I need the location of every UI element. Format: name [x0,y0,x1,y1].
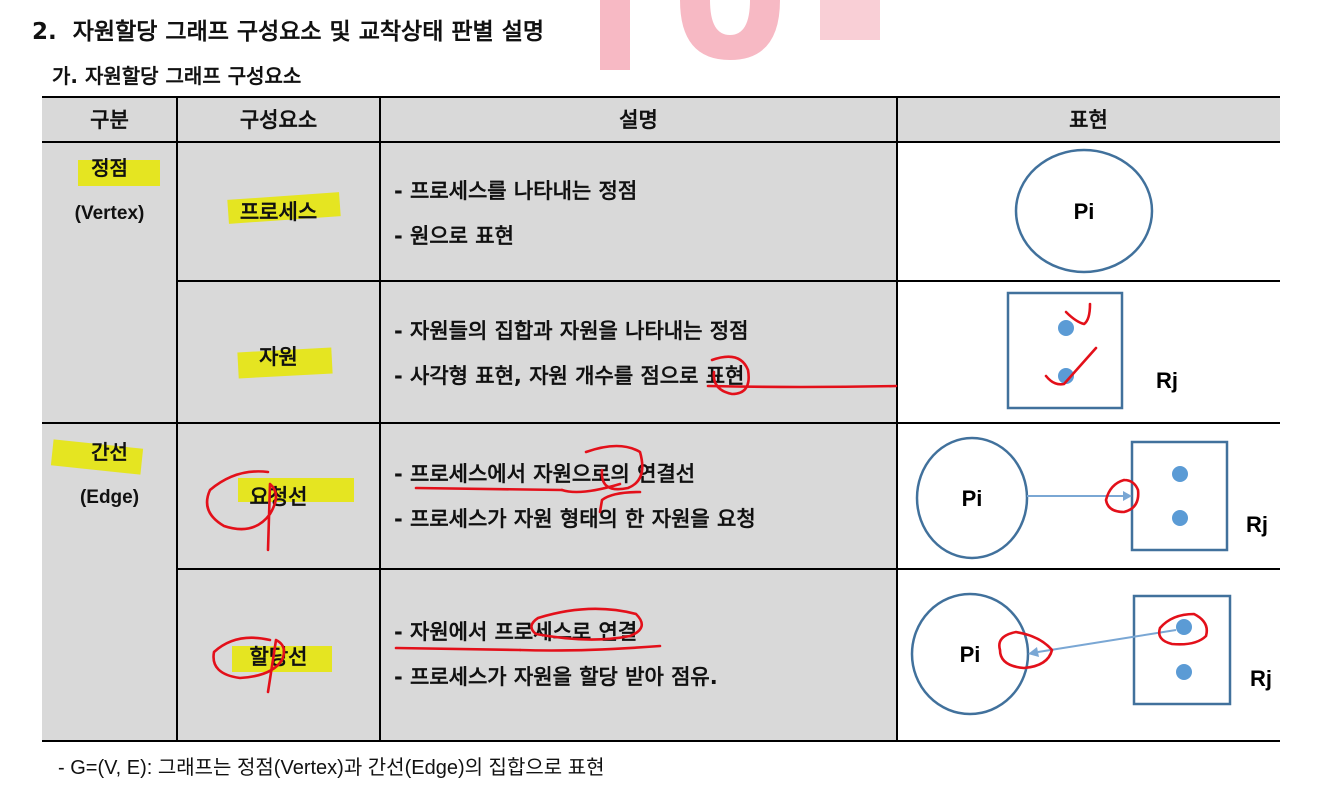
category-vertex-ko: 정점 [91,156,128,180]
component-assignment-edge: 할당선 [249,645,308,669]
description-line: - 자원들의 집합과 자원을 나타내는 정점 [394,319,749,343]
resource-instance-dot [1176,664,1192,680]
resource-label: Rj [1246,512,1268,537]
watermark-logo [600,0,880,70]
resource-rectangle [1130,440,1229,552]
description-request-edge: - 프로세스에서 자원으로의 연결선 - 프로세스가 자원 형태의 한 자원을 … [394,452,756,542]
process-label: Pi [960,642,981,667]
rule-top [42,96,1280,98]
description-line: - 사각형 표현, 자원 개수를 점으로 표현 [394,364,745,388]
process-label: Pi [1074,199,1095,224]
resource-instance-dot [1058,320,1074,336]
description-assignment-edge: - 자원에서 프로세스로 연결 - 프로세스가 자원을 할당 받아 점유. [394,610,718,700]
assignment-arrowhead [1028,647,1039,657]
description-line: - 프로세스가 자원 형태의 한 자원을 요청 [394,507,756,531]
description-line: - 프로세스에서 자원으로의 연결선 [394,462,696,486]
resource-instance-dot [1172,466,1188,482]
resource-label: Rj [1156,368,1178,393]
category-vertex-en: (Vertex) [74,203,145,224]
description-line: - 원으로 표현 [394,224,514,248]
description-process: - 프로세스를 나타내는 정점 - 원으로 표현 [394,169,637,259]
rule-col2 [379,96,381,742]
process-label: Pi [962,486,983,511]
subsection-heading: 가. 자원할당 그래프 구성요소 [52,60,301,89]
header-representation: 표현 [897,96,1280,142]
header-component: 구성요소 [177,96,380,142]
category-edge-en: (Edge) [79,487,140,508]
resource-vertex-figure: Rj [1006,291,1178,410]
category-vertex: 정점 (Vertex) [42,152,177,225]
description-line: - 프로세스가 자원을 할당 받아 점유. [394,665,718,689]
category-edge-ko: 간선 [91,440,128,464]
resource-instance-dot [1172,510,1188,526]
description-resource: - 자원들의 집합과 자원을 나타내는 정점 - 사각형 표현, 자원 개수를 … [394,309,748,399]
resource-instance-dot [1058,368,1074,384]
component-process: 프로세스 [239,200,318,224]
footnote: - G=(V, E): 그래프는 정점(Vertex)과 간선(Edge)의 집… [58,757,605,779]
section-title: 자원할당 그래프 구성요소 및 교착상태 판별 설명 [72,19,545,45]
request-arrowhead [1123,491,1132,501]
section-number: 2. [32,19,57,45]
component-resource: 자원 [259,345,298,369]
process-vertex-figure: Pi [1014,148,1154,274]
resource-rectangle [1132,594,1232,706]
component-request-edge: 요청선 [249,485,308,509]
assignment-edge-figure: Pi Rj [910,592,1272,716]
subsection-label: 가. [52,64,78,88]
description-line: - 자원에서 프로세스로 연결 [394,620,638,644]
resource-instance-dot [1176,619,1192,635]
resource-graph-table: 구분 구성요소 설명 표현 정점 (Vertex) 간선 (Edge) 프로세스… [42,96,1280,742]
rule-bottom [42,740,1280,742]
description-line: - 프로세스를 나타내는 정점 [394,179,638,203]
resource-label: Rj [1250,666,1272,691]
category-edge: 간선 (Edge) [42,436,177,509]
header-category: 구분 [42,96,177,142]
subsection-title: 자원할당 그래프 구성요소 [84,64,302,88]
header-description: 설명 [380,96,897,142]
section-heading: 2. 자원할당 그래프 구성요소 및 교착상태 판별 설명 [32,12,544,46]
resource-rectangle [1006,291,1124,410]
request-edge-figure: Pi Rj [915,436,1268,560]
